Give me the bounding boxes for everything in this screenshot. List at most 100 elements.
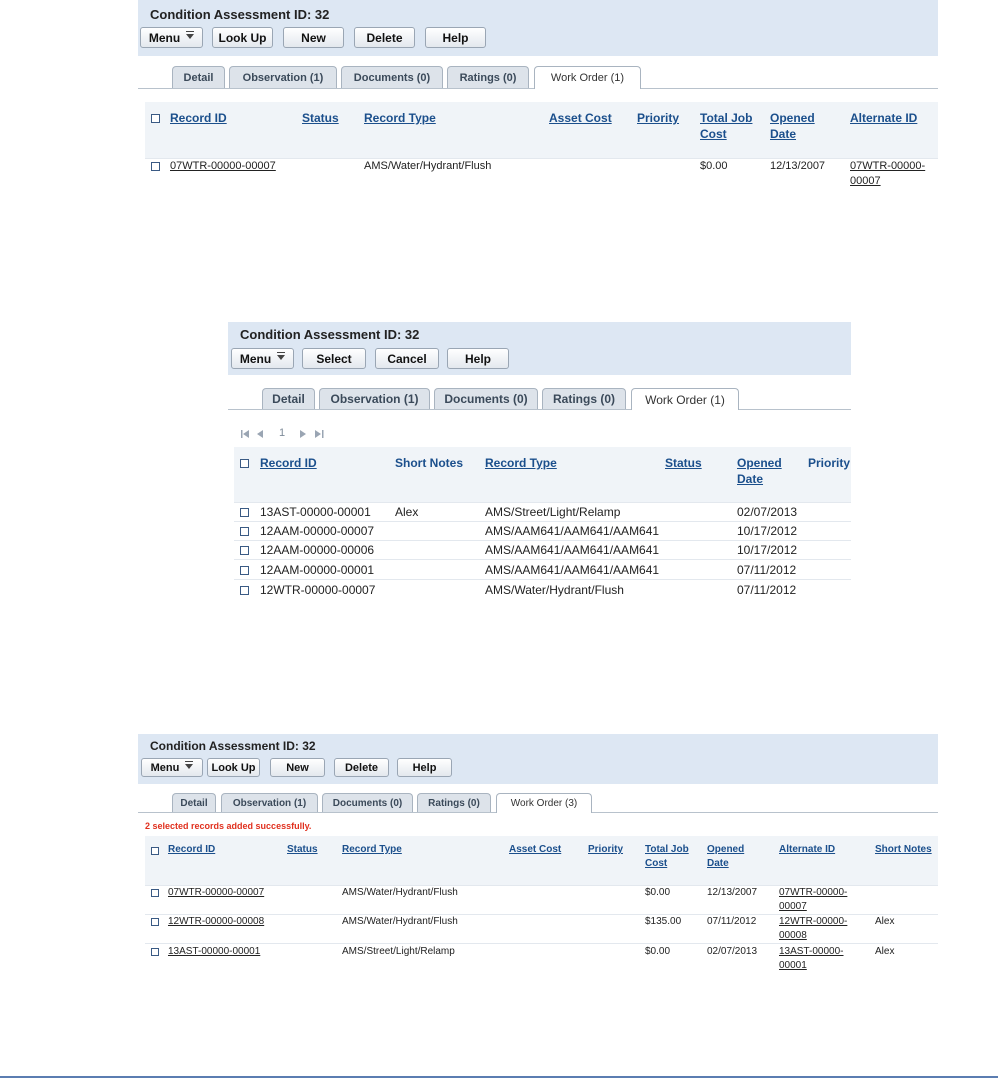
record-id-cell: 12AAM-00000-00001: [260, 563, 375, 577]
tab-work-order[interactable]: Work Order (1): [534, 66, 641, 89]
tab-detail[interactable]: Detail: [262, 388, 315, 409]
select-button[interactable]: Select: [302, 348, 366, 369]
short-notes-cell: Alex: [395, 505, 419, 519]
page-number[interactable]: 1: [279, 427, 285, 439]
row-checkbox[interactable]: [151, 948, 159, 956]
opened-date-cell: 12/13/2007: [707, 887, 758, 898]
menu-button[interactable]: Menu: [231, 348, 294, 369]
record-id-cell: 12WTR-00000-00007: [260, 583, 376, 597]
tab-documents[interactable]: Documents (0): [322, 793, 413, 812]
col-total-job-cost[interactable]: Total Job Cost: [645, 843, 689, 870]
menu-dropdown-icon: [186, 31, 195, 39]
col-record-type[interactable]: Record Type: [485, 455, 557, 471]
alternate-id-link[interactable]: 07WTR-00000- 00007: [850, 159, 925, 189]
next-page-icon: [300, 430, 306, 438]
new-button[interactable]: New: [283, 27, 344, 48]
alternate-id-link[interactable]: 07WTR-00000- 00007: [779, 886, 847, 913]
tab-detail[interactable]: Detail: [172, 66, 225, 88]
col-short-notes[interactable]: Short Notes: [395, 455, 463, 471]
tab-observation[interactable]: Observation (1): [229, 66, 337, 88]
tab-observation[interactable]: Observation (1): [221, 793, 318, 812]
tab-ratings[interactable]: Ratings (0): [542, 388, 626, 409]
col-alternate-id[interactable]: Alternate ID: [850, 110, 917, 126]
col-opened-date[interactable]: Opened Date: [770, 110, 815, 142]
row-divider: [145, 943, 938, 944]
select-all-checkbox[interactable]: [240, 459, 249, 468]
record-id-link[interactable]: 07WTR-00000-00007: [170, 159, 276, 174]
tab-documents[interactable]: Documents (0): [434, 388, 538, 409]
select-all-checkbox[interactable]: [151, 114, 160, 123]
opened-date-cell: 10/17/2012: [737, 543, 798, 557]
col-asset-cost[interactable]: Asset Cost: [549, 110, 612, 126]
opened-date-cell: 02/07/2013: [737, 505, 798, 519]
tab-ratings[interactable]: Ratings (0): [447, 66, 529, 88]
record-type-cell: AMS/Water/Hydrant/Flush: [485, 583, 624, 597]
help-button[interactable]: Help: [425, 27, 486, 48]
col-priority[interactable]: Priority: [637, 110, 679, 126]
col-status[interactable]: Status: [287, 843, 318, 857]
row-checkbox[interactable]: [240, 527, 249, 536]
total-job-cost-cell: $135.00: [645, 916, 682, 927]
col-status[interactable]: Status: [665, 455, 702, 471]
opened-date-cell: 12/13/2007: [770, 160, 826, 172]
record-id-cell: 13AST-00000-00001: [260, 505, 371, 519]
alternate-id-link[interactable]: 12WTR-00000- 00008: [779, 915, 847, 942]
delete-button[interactable]: Delete: [334, 758, 389, 777]
cancel-button[interactable]: Cancel: [375, 348, 439, 369]
row-checkbox[interactable]: [240, 566, 249, 575]
col-total-job-cost[interactable]: Total Job Cost: [700, 110, 752, 142]
record-id-cell: 12AAM-00000-00007: [260, 524, 375, 538]
row-checkbox[interactable]: [151, 889, 159, 897]
col-opened-date[interactable]: Opened Date: [707, 843, 744, 870]
col-priority[interactable]: Priority: [808, 455, 850, 471]
delete-button[interactable]: Delete: [354, 27, 415, 48]
look-up-button[interactable]: Look Up: [207, 758, 260, 777]
col-record-id[interactable]: Record ID: [260, 455, 317, 471]
tab-work-order[interactable]: Work Order (3): [496, 793, 592, 813]
menu-dropdown-icon: [185, 761, 194, 769]
menu-button[interactable]: Menu: [140, 27, 203, 48]
opened-date-cell: 07/11/2012: [737, 563, 797, 577]
col-opened-date[interactable]: Opened Date: [737, 455, 782, 487]
help-button[interactable]: Help: [397, 758, 452, 777]
row-checkbox[interactable]: [240, 508, 249, 517]
opened-date-cell: 10/17/2012: [737, 524, 798, 538]
col-record-type[interactable]: Record Type: [342, 843, 402, 857]
short-notes-cell: Alex: [875, 916, 895, 927]
col-record-id[interactable]: Record ID: [168, 843, 215, 857]
record-id-link[interactable]: 12WTR-00000-00008: [168, 915, 264, 929]
row-checkbox[interactable]: [240, 546, 249, 555]
record-type-cell: AMS/Water/Hydrant/Flush: [342, 916, 458, 927]
row-checkbox[interactable]: [151, 918, 159, 926]
tab-ratings[interactable]: Ratings (0): [417, 793, 491, 812]
col-asset-cost[interactable]: Asset Cost: [509, 843, 561, 857]
tab-documents[interactable]: Documents (0): [341, 66, 443, 88]
col-short-notes[interactable]: Short Notes: [875, 843, 932, 857]
prev-page-icon: [257, 430, 263, 438]
tab-observation[interactable]: Observation (1): [319, 388, 430, 409]
look-up-button[interactable]: Look Up: [212, 27, 273, 48]
menu-button[interactable]: Menu: [141, 758, 203, 777]
help-button[interactable]: Help: [447, 348, 509, 369]
alternate-id-link[interactable]: 13AST-00000- 00001: [779, 945, 844, 972]
total-job-cost-cell: $0.00: [645, 946, 671, 957]
col-record-type[interactable]: Record Type: [364, 110, 436, 126]
tab-detail[interactable]: Detail: [172, 793, 216, 812]
col-alternate-id[interactable]: Alternate ID: [779, 843, 835, 857]
new-button[interactable]: New: [270, 758, 325, 777]
success-message: 2 selected records added successfully.: [145, 821, 312, 831]
tab-work-order[interactable]: Work Order (1): [631, 388, 739, 410]
col-status[interactable]: Status: [302, 110, 339, 126]
record-id-link[interactable]: 07WTR-00000-00007: [168, 886, 264, 900]
total-job-cost-cell: $0.00: [700, 160, 728, 172]
last-page-bar: [322, 430, 324, 438]
select-all-checkbox[interactable]: [151, 847, 159, 855]
row-checkbox[interactable]: [151, 162, 160, 171]
row-checkbox[interactable]: [240, 586, 249, 595]
col-record-id[interactable]: Record ID: [170, 110, 227, 126]
page-title: Condition Assessment ID: 32: [240, 327, 420, 342]
record-type-cell: AMS/Street/Light/Relamp: [342, 946, 455, 957]
col-priority[interactable]: Priority: [588, 843, 623, 857]
record-type-cell: AMS/Water/Hydrant/Flush: [364, 160, 492, 172]
record-id-link[interactable]: 13AST-00000-00001: [168, 945, 260, 959]
